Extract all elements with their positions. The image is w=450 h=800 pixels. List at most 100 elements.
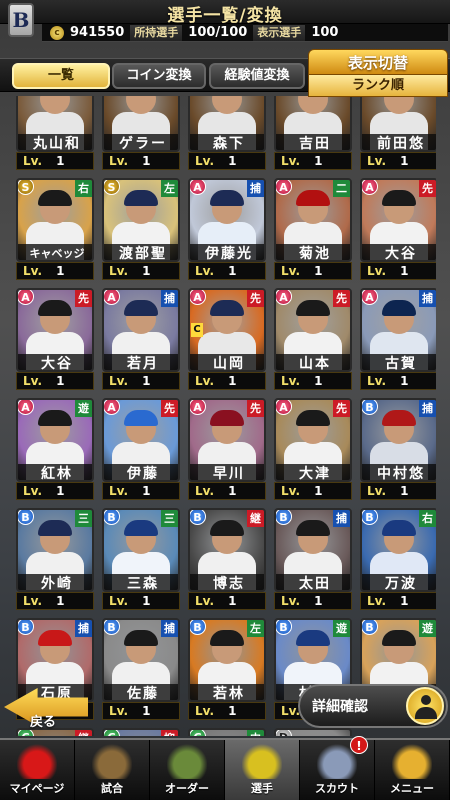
player-card[interactable]: D — [274, 728, 352, 736]
player-card[interactable]: A 先早川 Lv. 1 — [188, 398, 266, 503]
player-name: 中村悠 — [362, 464, 436, 480]
player-level: Lv.1 — [274, 592, 352, 610]
sort-value: ランク順 — [308, 75, 448, 97]
player-level: Lv.1 — [102, 592, 180, 610]
bottom-nav: マイページ 試合 オーダー 選手 スカウト! メニュー — [0, 736, 450, 800]
position-badge: 継 — [247, 510, 264, 527]
player-level: Lv.1 — [16, 262, 94, 280]
player-card[interactable]: S 左渡部聖 Lv. 1 — [102, 178, 180, 283]
player-card[interactable]: A 先 C 山岡 Lv. 1 — [188, 288, 266, 393]
rank-badge: A — [276, 290, 292, 305]
player-portrait: B 捕中村悠 — [360, 398, 436, 482]
player-card[interactable]: 丸山和 Lv. 1 — [16, 96, 94, 173]
player-level: Lv.1 — [16, 152, 94, 170]
owned-value: 100/100 — [188, 25, 248, 40]
player-card[interactable]: C抑 — [102, 728, 180, 736]
player-level: Lv.1 — [360, 262, 436, 280]
rank-badge: A — [362, 180, 378, 195]
nav-label: 試合 — [101, 782, 123, 795]
position-badge: 二 — [333, 180, 350, 197]
player-card[interactable]: 吉田 Lv. 1 — [274, 96, 352, 173]
c-badge: C — [191, 323, 203, 337]
player-level: Lv.1 — [102, 372, 180, 390]
player-name: 山岡 — [190, 354, 264, 370]
player-card[interactable]: B 三三森 Lv. 1 — [102, 508, 180, 613]
match-icon — [92, 743, 132, 779]
player-card[interactable]: B 捕佐藤 Lv. 1 — [102, 618, 180, 723]
player-card[interactable]: A 先大谷 Lv. 1 — [360, 178, 436, 283]
player-card[interactable]: B 右万波 Lv. 1 — [360, 508, 436, 613]
player-portrait: 森下 — [188, 96, 266, 152]
position-badge: 左 — [247, 620, 264, 637]
player-card[interactable]: B 左若林 Lv. 1 — [188, 618, 266, 723]
player-level: Lv.1 — [188, 152, 266, 170]
player-card[interactable]: A 先大谷 Lv. 1 — [16, 288, 94, 393]
player-card[interactable]: A 捕伊藤光 Lv. 1 — [188, 178, 266, 283]
player-portrait: A 捕伊藤光 — [188, 178, 266, 262]
player-level: Lv.1 — [102, 482, 180, 500]
position-badge: 三 — [161, 510, 178, 527]
player-card[interactable]: S 右キャベッジ Lv. 1 — [16, 178, 94, 283]
player-name: 外崎 — [18, 574, 92, 590]
rank-badge: A — [362, 290, 378, 305]
player-card[interactable]: 前田悠 Lv. 1 — [360, 96, 436, 173]
player-portrait: B 三外崎 — [16, 508, 94, 592]
back-label: 戻る — [30, 715, 57, 730]
player-card[interactable]: A 先大津 Lv. 1 — [274, 398, 352, 503]
player-card[interactable]: A 捕古賀 Lv. 1 — [360, 288, 436, 393]
player-card[interactable]: 森下 Lv. 1 — [188, 96, 266, 173]
rank-badge: B — [276, 620, 292, 635]
player-card[interactable]: B 捕太田 Lv. 1 — [274, 508, 352, 613]
nav-order[interactable]: オーダー — [150, 740, 225, 800]
back-button[interactable]: 戻る — [0, 684, 92, 736]
player-name: 大谷 — [18, 354, 92, 370]
player-portrait: C抑 — [102, 728, 180, 736]
player-level: Lv.1 — [188, 262, 266, 280]
player-portrait: ゲラー — [102, 96, 180, 152]
player-card[interactable]: B 三外崎 Lv. 1 — [16, 508, 94, 613]
rank-badge: B — [190, 510, 206, 525]
tab-exp-convert[interactable]: 経験値変換 — [209, 63, 305, 89]
rank-badge: B — [104, 620, 120, 635]
nav-mypage[interactable]: マイページ — [0, 740, 75, 800]
player-card[interactable]: A 遊紅林 Lv. 1 — [16, 398, 94, 503]
player-card[interactable]: ゲラー Lv. 1 — [102, 96, 180, 173]
position-badge: 捕 — [419, 290, 436, 307]
player-name: キャベッジ — [18, 244, 92, 260]
detail-confirm-button[interactable]: 詳細確認 — [298, 684, 448, 728]
nav-scout[interactable]: スカウト! — [300, 736, 375, 800]
order-icon — [167, 743, 207, 779]
player-level: Lv.1 — [102, 702, 180, 720]
sort-toggle-button[interactable]: 表示切替 ランク順 — [308, 49, 448, 99]
rank-badge: A — [190, 180, 206, 195]
position-badge: 遊 — [333, 620, 350, 637]
nav-match[interactable]: 試合 — [75, 740, 150, 800]
mypage-icon — [17, 743, 57, 779]
rank-badge: A — [190, 290, 206, 305]
player-name: 若月 — [104, 354, 178, 370]
nav-player[interactable]: 選手 — [225, 740, 300, 800]
player-grid: 丸山和 Lv. 1 ゲラー Lv. 1 森下 Lv. 1 吉田 Lv. 1 前田悠 Lv. 1 S 右キャベッジ… — [16, 96, 436, 736]
tab-coin-convert[interactable]: コイン変換 — [112, 63, 206, 89]
rank-badge: B — [190, 620, 206, 635]
player-level: Lv.1 — [274, 262, 352, 280]
position-badge: 捕 — [333, 510, 350, 527]
player-card[interactable]: B 捕中村悠 Lv. 1 — [360, 398, 436, 503]
player-portrait: S 右キャベッジ — [16, 178, 94, 262]
player-card[interactable]: B 継博志 Lv. 1 — [188, 508, 266, 613]
player-portrait: A 捕若月 — [102, 288, 180, 372]
player-icon — [242, 743, 282, 779]
player-card[interactable]: C中 — [188, 728, 266, 736]
position-badge: 捕 — [419, 400, 436, 417]
player-name: 太田 — [276, 574, 350, 590]
rank-badge: B — [362, 620, 378, 635]
player-card[interactable]: A 捕若月 Lv. 1 — [102, 288, 180, 393]
player-card[interactable]: A 先伊藤 Lv. 1 — [102, 398, 180, 503]
rank-badge: B — [362, 400, 378, 415]
coin-count: 941550 — [70, 25, 125, 40]
tab-list[interactable]: 一覧 — [12, 63, 110, 89]
player-card[interactable]: A 先山本 Lv. 1 — [274, 288, 352, 393]
player-portrait: 吉田 — [274, 96, 352, 152]
nav-menu[interactable]: メニュー — [375, 740, 450, 800]
player-card[interactable]: A 二菊池 Lv. 1 — [274, 178, 352, 283]
